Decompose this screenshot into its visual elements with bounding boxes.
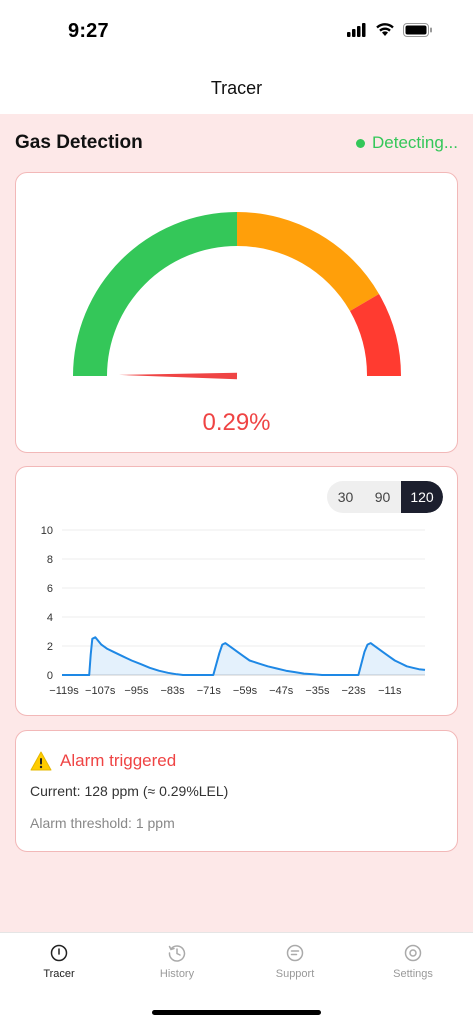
alarm-header: Alarm triggered — [30, 751, 176, 771]
x-tick-label: −83s — [161, 685, 186, 697]
history-icon — [168, 945, 186, 962]
home-indicator — [152, 1010, 321, 1015]
x-tick-label: −23s — [342, 685, 367, 697]
gas-chart: 10 8 6 4 2 0 −119s −107s −95s −83s −71s −59s −47s −35… — [41, 525, 426, 697]
tab-history[interactable]: History — [118, 933, 236, 993]
page-title: Tracer — [210, 78, 263, 98]
tab-tracer[interactable]: Tracer — [0, 933, 118, 993]
y-tick-label: 6 — [47, 583, 53, 595]
x-tick-label: −119s — [49, 685, 79, 697]
x-tick-label: −11s — [378, 685, 402, 697]
gauge-card: 0.29% — [15, 172, 458, 453]
warning-icon — [30, 751, 52, 771]
x-tick-label: −71s — [197, 685, 222, 697]
alarm-threshold: Alarm threshold: 1 ppm — [30, 815, 175, 831]
detection-status: Detecting... — [356, 133, 458, 153]
status-icons — [347, 22, 433, 37]
x-tick-label: −59s — [233, 685, 258, 697]
y-tick-label: 4 — [47, 612, 53, 624]
wifi-icon — [376, 23, 394, 36]
x-tick-label: −107s — [85, 685, 116, 697]
tab-support[interactable]: Support — [236, 933, 354, 993]
y-tick-label: 8 — [47, 554, 53, 566]
x-tick-label: −35s — [305, 685, 330, 697]
nav-bar: Tracer — [0, 62, 473, 114]
gauge-value: 0.29% — [202, 409, 271, 436]
main-content: Gas Detection Detecting... 0.29% 30 90 1… — [0, 114, 473, 932]
tab-label: Tracer — [43, 968, 75, 980]
y-tick-label: 2 — [47, 641, 53, 653]
gauge-icon — [50, 944, 68, 962]
chart-card: 30 90 120 10 8 6 4 2 0 −119s −107s −95s −83s −71s −… — [15, 466, 458, 716]
status-dot-icon — [356, 138, 365, 148]
alarm-title: Alarm triggered — [60, 751, 177, 770]
tab-label: History — [159, 968, 195, 980]
tab-label: Support — [275, 968, 315, 980]
status-time: 9:27 — [68, 20, 109, 42]
signal-icon — [347, 22, 366, 37]
y-tick-label: 10 — [41, 525, 53, 537]
tab-settings[interactable]: Settings — [354, 933, 472, 993]
alarm-card: Alarm triggered Current: 128 ppm (≈ 0.29… — [15, 730, 458, 852]
alarm-current-reading: Current: 128 ppm (≈ 0.29%LEL) — [30, 783, 229, 799]
y-tick-label: 0 — [47, 670, 53, 682]
gauge-needle — [119, 372, 238, 380]
status-bar: 9:27 — [0, 0, 473, 62]
gauge-segment-green — [73, 212, 237, 376]
tab-label: Settings — [393, 968, 433, 980]
gauge-needle-shape — [119, 372, 238, 380]
support-icon — [286, 944, 304, 962]
x-tick-label: −95s — [124, 685, 149, 697]
x-tick-label: −47s — [269, 685, 294, 697]
battery-icon — [403, 22, 432, 37]
section-title: Gas Detection — [15, 132, 143, 153]
settings-icon — [404, 944, 422, 962]
detection-status-label: Detecting... — [372, 133, 458, 152]
gauge-segment-orange — [237, 212, 379, 311]
